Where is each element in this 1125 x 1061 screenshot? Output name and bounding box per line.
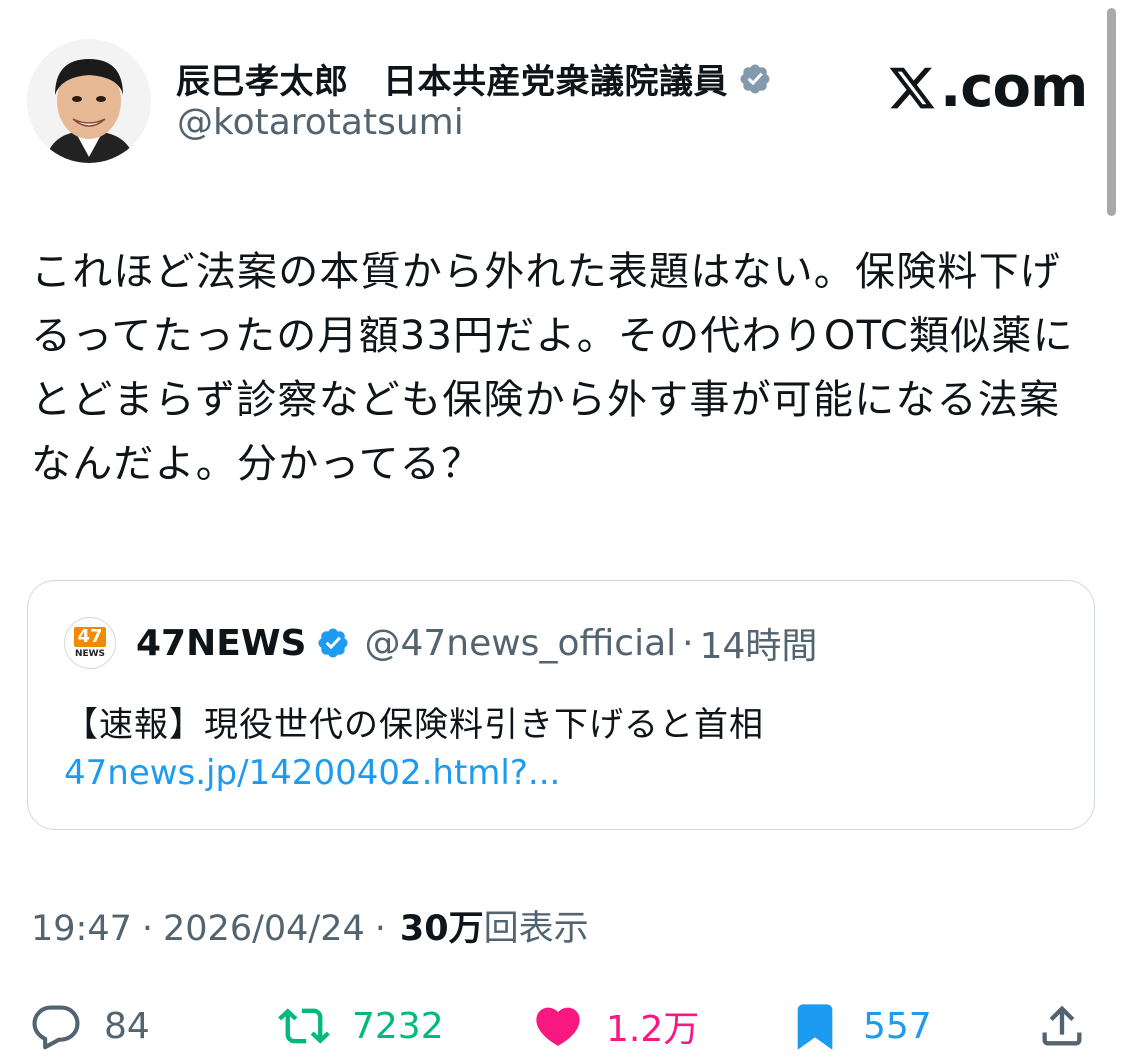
quoted-tweet-card[interactable]: 47 NEWS 47NEWS @47news_official · 14時間 【…	[27, 580, 1095, 830]
avatar-logo-text: NEWS	[74, 648, 106, 659]
views-count[interactable]: 30万	[400, 900, 484, 951]
brand-domain: .com	[940, 55, 1088, 120]
quoted-separator: ·	[682, 622, 694, 664]
quoted-timestamp[interactable]: 14時間	[700, 617, 818, 669]
retweet-count: 7232	[352, 1005, 444, 1047]
verified-badge-icon	[318, 628, 348, 658]
author-avatar[interactable]	[27, 39, 151, 163]
avatar-photo	[27, 39, 151, 163]
bookmark-count: 557	[863, 1005, 932, 1047]
author-name[interactable]: 辰巳孝太郎 日本共産党衆議院議員	[176, 54, 728, 103]
bookmark-button[interactable]: 557	[789, 998, 932, 1054]
quoted-tweet-link[interactable]: 47news.jp/14200402.html?...	[64, 753, 560, 793]
x-logo-icon	[889, 67, 935, 108]
author-name-row: 辰巳孝太郎 日本共産党衆議院議員	[176, 54, 772, 103]
meta-separator: ·	[374, 909, 386, 949]
quoted-tweet-text: 【速報】現役世代の保険料引き下げると首相	[64, 705, 764, 745]
verified-badge-icon	[740, 63, 770, 94]
scrollbar[interactable]	[1107, 8, 1116, 216]
x-brand-logo: .com	[886, 55, 1088, 120]
tweet-meta: 19:47 · 2026/04/24 · 30万 回表示	[31, 900, 589, 951]
share-icon	[1042, 1005, 1082, 1046]
like-count: 1.2万	[606, 1009, 700, 1050]
like-button[interactable]: 1.2万	[532, 998, 699, 1054]
meta-separator: ·	[141, 909, 154, 949]
bookmark-icon	[797, 1004, 833, 1050]
tweet-date[interactable]: 2026/04/24	[163, 909, 365, 949]
retweet-button[interactable]: 7232	[278, 998, 444, 1054]
quoted-author-avatar[interactable]: 47 NEWS	[64, 617, 116, 669]
tweet-time[interactable]: 19:47	[31, 909, 132, 949]
tweet-text: これほど法案の本質から外れた表題はない。保険料下げるってたったの月額33円だよ。…	[31, 249, 1074, 487]
reply-icon	[32, 1005, 80, 1050]
quoted-author-handle[interactable]: @47news_official	[364, 623, 676, 664]
avatar-logo-number: 47	[74, 626, 106, 647]
reply-count: 84	[104, 1005, 150, 1047]
retweet-icon	[278, 1008, 330, 1044]
quoted-tweet-header: 47 NEWS 47NEWS @47news_official · 14時間	[64, 617, 817, 669]
quoted-author-name[interactable]: 47NEWS	[136, 623, 306, 664]
heart-icon	[536, 1007, 580, 1046]
views-label: 回表示	[483, 909, 589, 949]
share-button[interactable]	[1036, 998, 1088, 1054]
author-handle[interactable]: @kotarotatsumi	[177, 102, 464, 143]
reply-button[interactable]: 84	[30, 998, 150, 1054]
